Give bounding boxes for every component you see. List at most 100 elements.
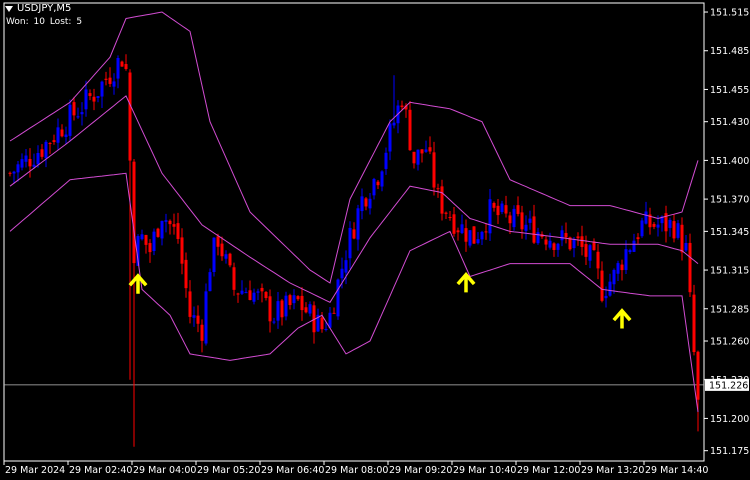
candle-body: [696, 351, 700, 400]
candle-body: [248, 290, 252, 300]
y-tick-label: 151.200: [710, 414, 749, 425]
candle-body: [564, 233, 568, 238]
candle-body: [616, 263, 620, 274]
candle-body: [104, 78, 108, 80]
candle-body: [452, 214, 456, 234]
candle-body: [216, 236, 220, 247]
candle-body: [172, 224, 176, 227]
candle-body: [532, 216, 536, 243]
candle-body: [308, 304, 312, 314]
candle-body: [652, 223, 656, 227]
candle-body: [52, 140, 56, 143]
y-tick-label: 151.285: [710, 304, 749, 315]
candle-body: [684, 242, 688, 251]
y-tick-label: 151.515: [710, 8, 749, 19]
x-tick-label: 29 Mar 2024: [5, 465, 65, 476]
candle-body: [384, 152, 388, 169]
candle-body: [400, 105, 404, 108]
y-tick-label: 151.370: [710, 195, 749, 206]
price-chart[interactable]: 151.515 151.485 151.455 151.430 151.400 151.3…: [0, 0, 750, 480]
candle-body: [320, 317, 324, 330]
candle-body: [472, 226, 476, 244]
candle-body: [148, 243, 152, 253]
candle-body: [440, 186, 444, 214]
candle-body: [276, 301, 280, 321]
y-tick-label: 151.400: [710, 156, 749, 167]
candle-body: [524, 224, 528, 231]
candle-body: [200, 324, 204, 341]
candle-body: [196, 315, 200, 324]
candle-body: [260, 287, 264, 292]
candle-body: [520, 212, 524, 230]
chart-title[interactable]: USDJPY,M5: [5, 3, 71, 14]
candle-body: [552, 243, 556, 250]
candle-body: [176, 223, 180, 239]
candle-body: [32, 164, 36, 167]
candle-body: [672, 221, 676, 239]
candle-body: [496, 205, 500, 216]
candle-body: [360, 196, 364, 212]
candle-body: [372, 178, 376, 196]
candle-body: [20, 159, 24, 168]
y-tick-label: 151.430: [710, 117, 749, 128]
candle-body: [356, 208, 360, 240]
candle-body: [644, 211, 648, 224]
candle-body: [432, 152, 436, 188]
candle-body: [548, 240, 552, 248]
candle-body: [300, 295, 304, 311]
candle-body: [624, 249, 628, 270]
current-price-label: 151.226: [709, 380, 748, 391]
candle-body: [264, 292, 268, 299]
candle-body: [268, 296, 272, 322]
x-tick-label: 29 Mar 05:20: [197, 465, 260, 476]
candle-body: [252, 292, 256, 302]
candle-body: [164, 220, 168, 222]
candle-body: [296, 296, 300, 300]
candle-body: [676, 223, 680, 238]
y-tick-label: 151.485: [710, 46, 749, 57]
candle-body: [292, 295, 296, 304]
candle-body: [516, 205, 520, 214]
candle-body: [408, 109, 412, 151]
candle-body: [220, 243, 224, 257]
candle-body: [184, 259, 188, 289]
x-tick-label: 29 Mar 10:40: [453, 465, 516, 476]
y-tick-label: 151.315: [710, 266, 749, 277]
candle-body: [364, 198, 368, 207]
candle-body: [156, 228, 160, 237]
candle-body: [488, 199, 492, 234]
candle-body: [692, 294, 696, 353]
candle-body: [44, 141, 48, 159]
bollinger-lower-band: [9, 172, 699, 413]
candle-body: [476, 239, 480, 244]
candle-body: [680, 224, 684, 253]
dropdown-triangle-icon[interactable]: [5, 5, 13, 12]
candle-body: [608, 281, 612, 296]
candle-body: [100, 81, 104, 97]
candle-body: [456, 230, 460, 233]
candle-body: [112, 81, 116, 87]
candle-body: [412, 151, 416, 164]
candle-body: [480, 231, 484, 240]
candle-body: [512, 208, 516, 228]
bollinger-middle-band: [9, 95, 699, 303]
candle-body: [336, 279, 340, 317]
y-tick-label: 151.175: [710, 446, 749, 457]
candle-body: [424, 149, 428, 152]
x-tick-label: 29 Mar 13:20: [581, 465, 644, 476]
candle-body: [468, 230, 472, 246]
y-tick-label: 151.345: [710, 227, 749, 238]
candle-body: [96, 96, 100, 99]
candle-body: [560, 230, 564, 241]
x-tick-label: 29 Mar 08:00: [325, 465, 388, 476]
candle-body: [380, 171, 384, 187]
candle-body: [504, 205, 508, 214]
buy-signal-arrow-icon: [456, 272, 476, 293]
candle-body: [144, 234, 148, 245]
candle-body: [228, 253, 232, 266]
candle-body: [344, 260, 348, 273]
candle-body: [388, 123, 392, 152]
candle-body: [580, 236, 584, 247]
candle-body: [500, 203, 504, 213]
candle-body: [56, 127, 60, 143]
